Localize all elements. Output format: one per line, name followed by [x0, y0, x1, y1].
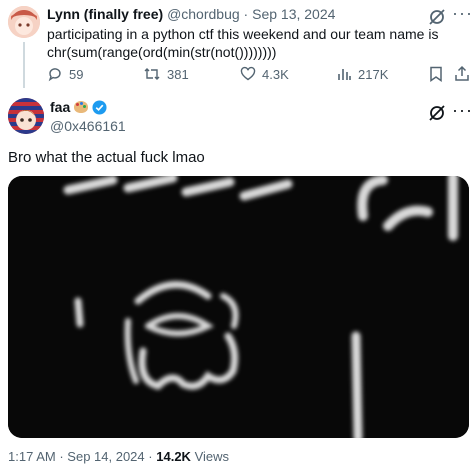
- analytics-icon: [338, 69, 351, 80]
- main-handle[interactable]: @0x466161: [50, 118, 126, 134]
- main-author-avatar[interactable]: [8, 98, 44, 134]
- thread-connector: [23, 42, 25, 88]
- views-button[interactable]: 217K: [336, 66, 388, 82]
- quoted-author-name[interactable]: Lynn (finally free): [47, 6, 163, 22]
- reply-button[interactable]: 59: [47, 66, 83, 82]
- reply-icon: [48, 68, 61, 82]
- quoted-text-line2: chr(sum(range(ord(min(str(not()))))))): [47, 44, 277, 60]
- anime-avatar-icon: [8, 6, 40, 38]
- grok-icon-main[interactable]: [428, 104, 446, 127]
- repost-count: 381: [167, 66, 189, 82]
- flag-anime-avatar-icon: [8, 98, 44, 134]
- heart-icon: [240, 66, 256, 81]
- tweet-media-image[interactable]: [8, 176, 469, 438]
- main-header: faa: [50, 99, 107, 115]
- meta-separator-2: ·: [148, 449, 153, 464]
- tweet-views-count: 14.2K: [156, 449, 191, 464]
- like-button[interactable]: 4.3K: [240, 66, 289, 82]
- tweet-time[interactable]: 1:17 AM: [8, 449, 56, 464]
- like-count: 4.3K: [262, 66, 289, 82]
- tweet-views-label: Views: [194, 449, 230, 464]
- palette-emoji-icon: [74, 101, 89, 113]
- blurry-text-closeup-image: [8, 176, 469, 438]
- quoted-author-avatar[interactable]: [8, 6, 40, 38]
- quoted-handle[interactable]: @chordbug: [167, 6, 240, 22]
- quoted-header: Lynn (finally free) @chordbug · Sep 13, …: [47, 6, 335, 22]
- tweet-meta: 1:17 AM · Sep 14, 2024 · 14.2K Views: [8, 449, 229, 464]
- tweet-date[interactable]: Sep 14, 2024: [67, 449, 144, 464]
- quoted-separator: ·: [243, 6, 249, 22]
- repost-button[interactable]: 381: [143, 66, 189, 82]
- share-button[interactable]: [454, 65, 470, 87]
- bookmark-icon: [430, 66, 442, 82]
- quoted-date[interactable]: Sep 13, 2024: [252, 6, 335, 22]
- main-author-name[interactable]: faa: [50, 99, 70, 115]
- verified-badge-icon[interactable]: [92, 99, 107, 115]
- reply-count: 59: [69, 66, 84, 82]
- more-options-icon-main[interactable]: ···: [452, 100, 473, 121]
- quoted-text-line1: participating in a python ctf this weeke…: [47, 26, 439, 42]
- main-tweet-text: Bro what the actual fuck lmao: [8, 149, 205, 166]
- views-count: 217K: [358, 66, 389, 82]
- share-icon: [455, 65, 469, 81]
- meta-separator: ·: [59, 449, 64, 464]
- bookmark-button[interactable]: [429, 66, 443, 87]
- repost-icon: [144, 68, 160, 80]
- more-options-icon[interactable]: ···: [452, 3, 473, 24]
